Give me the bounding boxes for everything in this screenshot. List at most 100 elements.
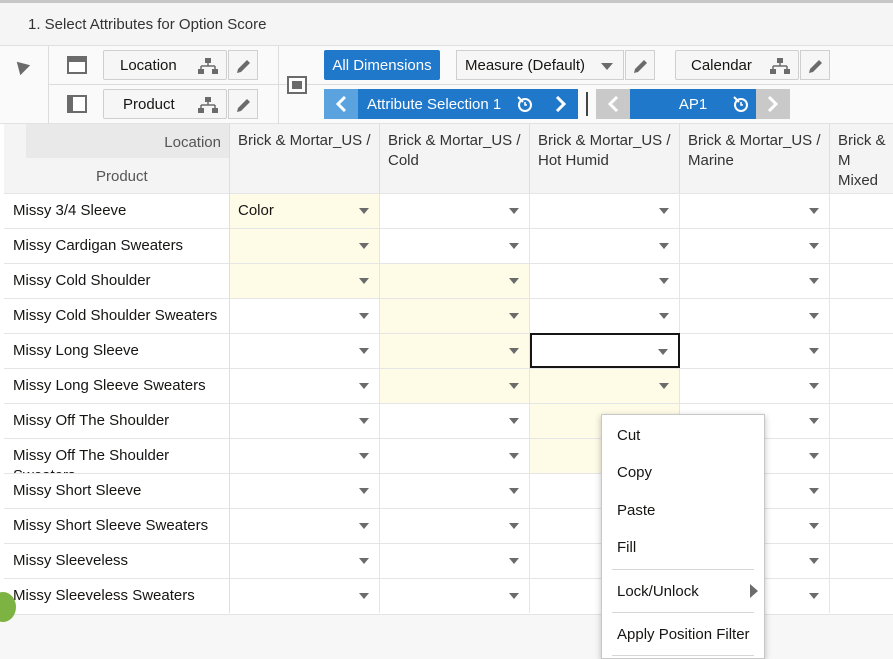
grid-cell[interactable] [380,578,530,613]
dropdown-arrow-icon[interactable] [659,313,669,319]
grid-cell[interactable] [230,263,380,298]
product-dimension-button[interactable]: Product [103,89,227,119]
column-header[interactable]: Brick & Mortar_US / [230,124,380,193]
dropdown-arrow-icon[interactable] [359,558,369,564]
dropdown-arrow-icon[interactable] [659,243,669,249]
grid-cell[interactable] [830,263,893,298]
grid-cell[interactable] [530,298,680,333]
hierarchy-icon[interactable] [770,58,790,74]
dropdown-arrow-icon[interactable] [809,453,819,459]
grid-cell[interactable] [230,508,380,543]
edit-location-button[interactable] [228,50,258,80]
row-header[interactable]: Missy Cold Shoulder Sweaters [4,298,230,333]
dropdown-arrow-icon[interactable] [659,208,669,214]
grid-cell[interactable] [230,368,380,403]
calendar-dimension-button[interactable]: Calendar [675,50,799,80]
dropdown-arrow-icon[interactable] [509,488,519,494]
grid-cell[interactable] [530,193,680,228]
row-header[interactable]: Missy Long Sleeve Sweaters [4,368,230,403]
grid-cell[interactable] [230,333,380,368]
previous-attribute-button[interactable] [324,89,358,119]
grid-cell[interactable] [380,543,530,578]
reset-icon[interactable] [516,95,534,117]
dropdown-arrow-icon[interactable] [359,383,369,389]
grid-cell[interactable] [380,473,530,508]
column-header[interactable]: Brick & Mortar_US / Cold [380,124,530,193]
dropdown-arrow-icon[interactable] [809,383,819,389]
hierarchy-icon[interactable] [198,97,218,113]
next-ap-button[interactable] [756,89,790,119]
edit-calendar-button[interactable] [800,50,830,80]
all-dimensions-button[interactable]: All Dimensions [324,50,440,80]
grid-cell[interactable] [230,228,380,263]
attribute-selection-tab[interactable]: Attribute Selection 1 [358,89,544,119]
grid-cell[interactable] [830,298,893,333]
grid-cell[interactable] [230,473,380,508]
grid-cell[interactable] [830,578,893,613]
location-dimension-button[interactable]: Location [103,50,227,80]
grid-cell[interactable] [380,403,530,438]
row-header[interactable]: Missy Short Sleeve [4,473,230,508]
grid-cell[interactable] [230,298,380,333]
grid-cell[interactable] [830,438,893,473]
grid-cell[interactable] [680,333,830,368]
hierarchy-icon[interactable] [198,58,218,74]
dropdown-arrow-icon[interactable] [359,523,369,529]
grid-cell[interactable] [830,473,893,508]
grid-cell[interactable] [830,368,893,403]
grid-cell[interactable] [680,193,830,228]
grid-cell[interactable] [380,333,530,368]
grid-cell[interactable] [680,263,830,298]
grid-cell[interactable] [230,438,380,473]
column-layout-icon[interactable] [67,56,87,74]
dropdown-arrow-icon[interactable] [658,349,668,355]
dropdown-arrow-icon[interactable] [359,313,369,319]
dropdown-arrow-icon[interactable] [509,523,519,529]
row-header[interactable]: Missy Cardigan Sweaters [4,228,230,263]
row-header[interactable]: Missy Sleeveless Sweaters [4,578,230,613]
dropdown-arrow-icon[interactable] [809,278,819,284]
grid-cell[interactable] [230,403,380,438]
column-header[interactable]: Brick & Mortar_US / Hot Humid [530,124,680,193]
grid-cell[interactable] [530,368,680,403]
ap-tab[interactable]: AP1 [630,89,756,119]
dropdown-arrow-icon[interactable] [359,278,369,284]
menu-item-paste[interactable]: Paste [617,502,655,519]
dropdown-arrow-icon[interactable] [509,348,519,354]
grid-cell[interactable]: Color [230,193,380,228]
dropdown-arrow-icon[interactable] [509,313,519,319]
grid-cell[interactable] [830,543,893,578]
dropdown-arrow-icon[interactable] [809,523,819,529]
dropdown-arrow-icon[interactable] [359,243,369,249]
dropdown-arrow-icon[interactable] [509,453,519,459]
row-header[interactable]: Missy Short Sleeve Sweaters [4,508,230,543]
row-header[interactable]: Missy Off The Shoulder [4,403,230,438]
row-header[interactable]: Missy Cold Shoulder [4,263,230,298]
grid-cell[interactable] [230,578,380,613]
grid-cell[interactable] [380,263,530,298]
dropdown-arrow-icon[interactable] [359,208,369,214]
grid-cell[interactable] [830,228,893,263]
grid-cell[interactable] [530,333,680,368]
grid-cell[interactable] [380,368,530,403]
row-header[interactable]: Missy 3/4 Sleeve [4,193,230,228]
row-header[interactable]: Missy Sleeveless [4,543,230,578]
grid-cell[interactable] [380,438,530,473]
dropdown-arrow-icon[interactable] [809,243,819,249]
dropdown-arrow-icon[interactable] [509,558,519,564]
reset-icon[interactable] [732,95,750,117]
edit-measure-button[interactable] [625,50,655,80]
dropdown-arrow-icon[interactable] [359,593,369,599]
menu-item-fill[interactable]: Fill [617,539,636,556]
dropdown-arrow-icon[interactable] [509,208,519,214]
dropdown-arrow-icon[interactable] [659,278,669,284]
menu-item-apply-position-filter[interactable]: Apply Position Filter [617,626,750,643]
measure-dropdown[interactable]: Measure (Default) [456,50,624,80]
collapse-triangle-icon[interactable] [11,56,31,76]
dropdown-arrow-icon[interactable] [809,313,819,319]
dropdown-arrow-icon[interactable] [509,418,519,424]
menu-item-copy[interactable]: Copy [617,464,652,481]
next-attribute-button[interactable] [544,89,578,119]
dropdown-arrow-icon[interactable] [359,488,369,494]
previous-ap-button[interactable] [596,89,630,119]
